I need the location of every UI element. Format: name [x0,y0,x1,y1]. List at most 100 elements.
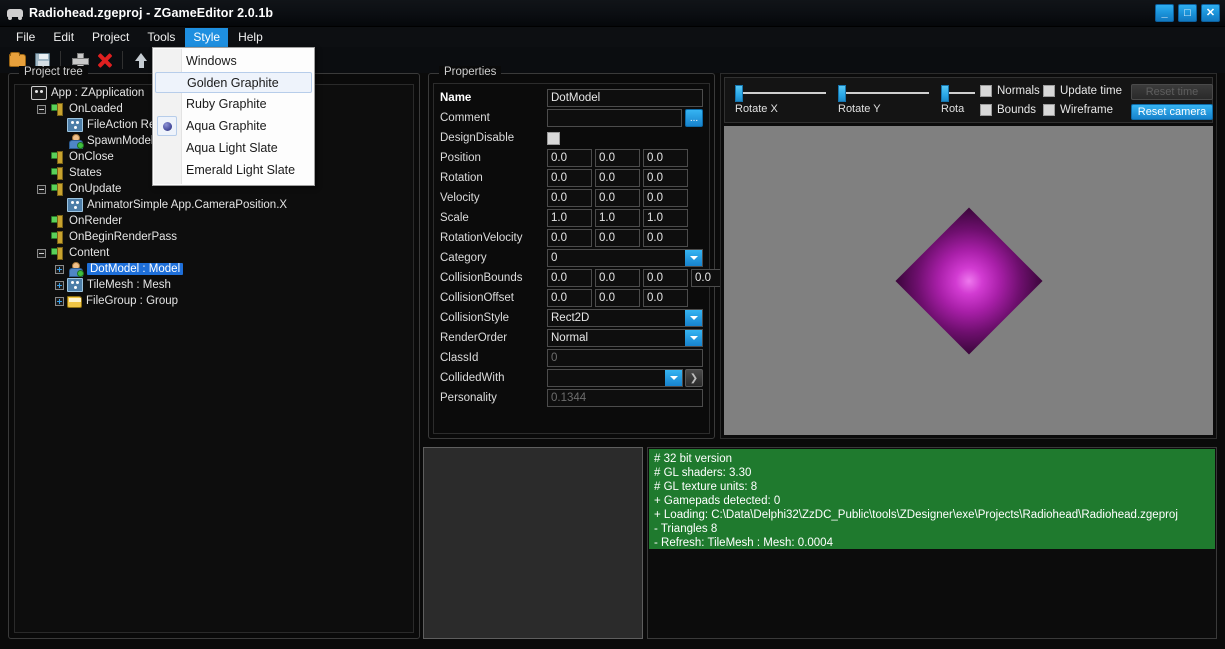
comment-ellipsis-button[interactable]: ... [685,109,703,127]
tree-node[interactable]: Content [15,245,413,261]
reset-time-button[interactable]: Reset time [1131,84,1213,100]
tree-node-label: FileGroup : Group [86,295,179,307]
scale-field-0[interactable]: 1.0 [547,209,592,227]
move-up-button[interactable] [130,49,152,71]
tree-node[interactable]: TileMesh : Mesh [15,277,413,293]
position-field-1[interactable]: 0.0 [595,149,640,167]
collision-style-combo[interactable]: Rect2D [547,309,703,327]
menu-help[interactable]: Help [230,28,271,47]
tree-expander-plus-icon[interactable] [55,264,64,274]
tree-expander-minus-icon[interactable] [37,248,46,258]
collision-offset-field-0[interactable]: 0.0 [547,289,592,307]
rotation-field-1[interactable]: 0.0 [595,169,640,187]
close-button[interactable]: ✕ [1201,4,1220,22]
menu-file[interactable]: File [8,28,43,47]
tree-node-label: OnLoaded [69,103,123,115]
comment-field[interactable] [547,109,682,127]
rotate-y-slider[interactable]: Rotate Y [838,83,933,121]
rotation-velocity-field-2[interactable]: 0.0 [643,229,688,247]
chevron-down-icon[interactable] [685,250,702,266]
collision-bounds-field-2[interactable]: 0.0 [643,269,688,287]
chevron-down-icon[interactable] [665,370,682,386]
node-icon [49,230,65,244]
maximize-button[interactable]: □ [1178,4,1197,22]
rotate-x-label: Rotate X [735,103,778,115]
scale-field-2[interactable]: 1.0 [643,209,688,227]
update-time-checkbox[interactable] [1043,85,1055,97]
style-menu-item-golden-graphite[interactable]: Golden Graphite [155,72,312,93]
bounds-checkbox[interactable] [980,104,992,116]
3d-viewport[interactable] [724,126,1213,435]
window-controls: _ □ ✕ [1155,4,1220,22]
style-menu-item-windows[interactable]: Windows [153,50,314,72]
rotate-x-slider[interactable]: Rotate X [735,83,830,121]
style-menu-label: Ruby Graphite [186,97,267,111]
style-menu-item-aqua-graphite[interactable]: Aqua Graphite [153,115,314,137]
velocity-field-2[interactable]: 0.0 [643,189,688,207]
personality-field[interactable]: 0.1344 [547,389,703,407]
tree-node[interactable]: AnimatorSimple App.CameraPosition.X [15,197,413,213]
normals-checkbox[interactable] [980,85,992,97]
chevron-down-icon[interactable] [685,330,702,346]
position-field-0[interactable]: 0.0 [547,149,592,167]
position-field-2[interactable]: 0.0 [643,149,688,167]
tree-expander-plus-icon[interactable] [55,296,64,306]
wireframe-checkbox-row[interactable]: Wireframe [1043,104,1113,116]
scale-field-1[interactable]: 1.0 [595,209,640,227]
menu-edit[interactable]: Edit [45,28,82,47]
log-line: + Gamepads detected: 0 [654,495,781,507]
update-time-checkbox-row[interactable]: Update time [1043,85,1122,97]
tree-expander-minus-icon[interactable] [37,104,46,114]
slider-thumb[interactable] [838,85,846,102]
tree-node[interactable]: FileGroup : Group [15,293,413,309]
collided-with-combo[interactable] [547,369,683,387]
name-field[interactable]: DotModel [547,89,703,107]
minimize-button[interactable]: _ [1155,4,1174,22]
rotation-field-0[interactable]: 0.0 [547,169,592,187]
rotate-z-slider[interactable]: Rota [941,83,981,121]
reset-camera-button[interactable]: Reset camera [1131,104,1213,120]
velocity-field-0[interactable]: 0.0 [547,189,592,207]
property-row: DesignDisable [440,128,703,148]
tree-node[interactable]: OnRender [15,213,413,229]
style-menu-item-aqua-light-slate[interactable]: Aqua Light Slate [153,137,314,159]
menu-bar: File Edit Project Tools Style Help [0,27,1225,47]
collision-bounds-field-1[interactable]: 0.0 [595,269,640,287]
style-menu-item-emerald-light-slate[interactable]: Emerald Light Slate [153,159,314,181]
class-id-field[interactable]: 0 [547,349,703,367]
tree-expander-minus-icon[interactable] [37,184,46,194]
category-combo[interactable]: 0 [547,249,703,267]
blue-icon [67,118,83,132]
style-menu-label: Emerald Light Slate [186,163,296,177]
normals-checkbox-row[interactable]: Normals [980,85,1040,97]
menu-project[interactable]: Project [84,28,137,47]
bounds-label: Bounds [997,104,1037,116]
rotate-z-label: Rota [941,103,965,115]
collision-offset-field-1[interactable]: 0.0 [595,289,640,307]
style-menu-item-ruby-graphite[interactable]: Ruby Graphite [153,93,314,115]
collision-bounds-field-0[interactable]: 0.0 [547,269,592,287]
tree-node[interactable]: DotModel : Model [15,261,413,277]
slider-thumb[interactable] [735,85,743,102]
open-folder-icon [8,51,26,67]
rotation-field-2[interactable]: 0.0 [643,169,688,187]
slider-thumb[interactable] [941,85,949,102]
bounds-checkbox-row[interactable]: Bounds [980,104,1036,116]
menu-tools[interactable]: Tools [139,28,183,47]
velocity-field-1[interactable]: 0.0 [595,189,640,207]
menu-style[interactable]: Style [185,27,229,47]
style-menu-label: Aqua Light Slate [186,141,278,155]
tree-expander-plus-icon[interactable] [55,280,64,290]
delete-component-button[interactable] [93,49,115,71]
collided-with-goto-button[interactable]: ❯ [685,369,703,387]
collision-offset-field-2[interactable]: 0.0 [643,289,688,307]
rotation-velocity-field-0[interactable]: 0.0 [547,229,592,247]
chevron-down-icon[interactable] [685,310,702,326]
wireframe-checkbox[interactable] [1043,104,1055,116]
design-disable-checkbox[interactable] [547,131,560,145]
render-order-combo[interactable]: Normal [547,329,703,347]
property-row: Scale 1.0 1.0 1.0 [440,208,703,228]
tree-node[interactable]: OnBeginRenderPass [15,229,413,245]
node-icon [49,150,65,164]
rotation-velocity-field-1[interactable]: 0.0 [595,229,640,247]
